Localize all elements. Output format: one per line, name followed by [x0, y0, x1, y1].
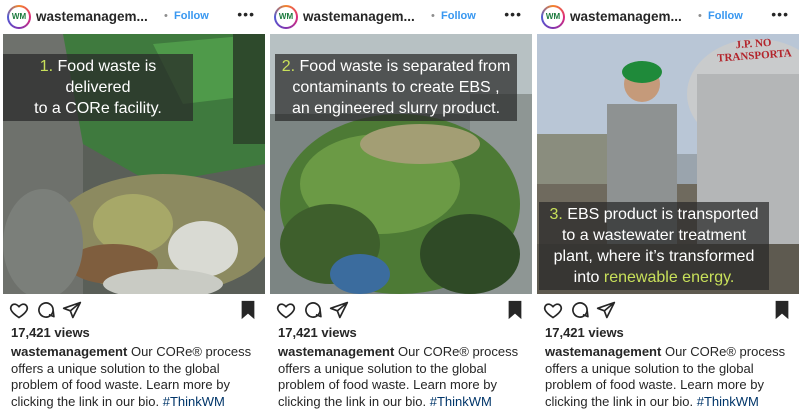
heart-icon[interactable]: [543, 300, 563, 320]
share-icon[interactable]: [62, 300, 82, 320]
more-options-icon[interactable]: •••: [504, 6, 522, 22]
hashtag-link[interactable]: #ThinkWM: [163, 394, 225, 409]
username-link[interactable]: wastemanagem...: [570, 9, 682, 24]
step-overlay-text: 3. EBS product is transported to a waste…: [539, 202, 769, 290]
post-image[interactable]: 2. Food waste is separated from contamin…: [270, 34, 532, 294]
follow-button[interactable]: Follow: [441, 10, 476, 22]
post-caption: wastemanagement Our CORe® process offers…: [11, 344, 263, 410]
post-caption: wastemanagement Our CORe® process offers…: [278, 344, 530, 410]
wm-logo-icon: WM: [9, 7, 29, 27]
post-header: WM wastemanagem... • Follow •••: [537, 0, 799, 34]
avatar[interactable]: WM: [7, 5, 31, 29]
view-count: 17,421 views: [11, 325, 90, 340]
instagram-post-row: WM wastemanagem... • Follow ••• 1. Food …: [0, 0, 800, 417]
view-count: 17,421 views: [278, 325, 357, 340]
hashtag-link[interactable]: #ThinkWM: [697, 394, 759, 409]
username-link[interactable]: wastemanagem...: [303, 9, 415, 24]
action-bar: [270, 297, 532, 323]
separator-dot: •: [698, 10, 702, 22]
follow-button[interactable]: Follow: [174, 10, 209, 22]
post-image[interactable]: J.P. NO TRANSPORTA 3. EBS product is tra…: [537, 34, 799, 294]
post-header: WM wastemanagem... • Follow •••: [3, 0, 265, 34]
caption-author[interactable]: wastemanagement: [278, 344, 394, 359]
bookmark-icon[interactable]: [506, 300, 524, 320]
username-link[interactable]: wastemanagem...: [36, 9, 148, 24]
bookmark-icon[interactable]: [239, 300, 257, 320]
caption-author[interactable]: wastemanagement: [545, 344, 661, 359]
comment-icon[interactable]: [36, 300, 56, 320]
action-bar: [3, 297, 265, 323]
share-icon[interactable]: [329, 300, 349, 320]
comment-icon[interactable]: [570, 300, 590, 320]
post-caption: wastemanagement Our CORe® process offers…: [545, 344, 797, 410]
heart-icon[interactable]: [276, 300, 296, 320]
comment-icon[interactable]: [303, 300, 323, 320]
step-overlay-text: 2. Food waste is separated from contamin…: [275, 54, 517, 121]
post-card: WM wastemanagem... • Follow ••• 1. Food …: [3, 0, 265, 417]
caption-author[interactable]: wastemanagement: [11, 344, 127, 359]
post-card: WM wastemanagem... • Follow ••• 2. Food …: [270, 0, 532, 417]
post-image[interactable]: 1. Food waste is delivered to a CORe fac…: [3, 34, 265, 294]
wm-logo-icon: WM: [543, 7, 563, 27]
follow-button[interactable]: Follow: [708, 10, 743, 22]
more-options-icon[interactable]: •••: [237, 6, 255, 22]
bookmark-icon[interactable]: [773, 300, 791, 320]
post-header: WM wastemanagem... • Follow •••: [270, 0, 532, 34]
view-count: 17,421 views: [545, 325, 624, 340]
avatar[interactable]: WM: [541, 5, 565, 29]
step-overlay-text: 1. Food waste is delivered to a CORe fac…: [3, 54, 193, 121]
hashtag-link[interactable]: #ThinkWM: [430, 394, 492, 409]
more-options-icon[interactable]: •••: [771, 6, 789, 22]
separator-dot: •: [431, 10, 435, 22]
share-icon[interactable]: [596, 300, 616, 320]
action-bar: [537, 297, 799, 323]
heart-icon[interactable]: [9, 300, 29, 320]
separator-dot: •: [164, 10, 168, 22]
wm-logo-icon: WM: [276, 7, 296, 27]
post-card: WM wastemanagem... • Follow ••• J.P. NO …: [537, 0, 799, 417]
avatar[interactable]: WM: [274, 5, 298, 29]
